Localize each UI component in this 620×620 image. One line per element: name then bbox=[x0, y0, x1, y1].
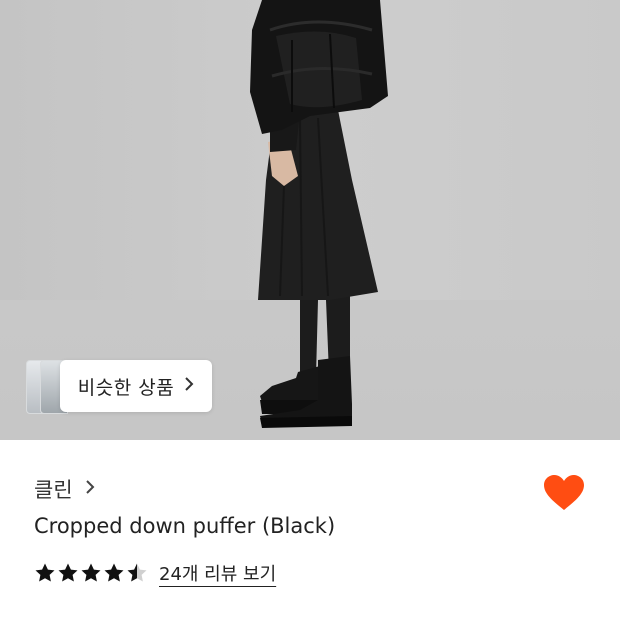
star-icon bbox=[58, 563, 78, 582]
star-rating bbox=[34, 562, 149, 584]
product-image[interactable]: 비슷한 상품 bbox=[0, 0, 620, 440]
similar-products-button[interactable]: 비슷한 상품 bbox=[26, 360, 212, 414]
similar-products-label: 비슷한 상품 bbox=[77, 376, 175, 399]
star-icon bbox=[35, 563, 55, 582]
brand-link[interactable]: 클린 bbox=[34, 474, 95, 504]
star-icon bbox=[104, 563, 124, 582]
product-name: Cropped down puffer (Black) bbox=[34, 514, 336, 538]
rating-row: 24개 리뷰 보기 bbox=[34, 560, 276, 586]
brand-name: 클린 bbox=[34, 478, 73, 502]
reviews-link[interactable]: 24개 리뷰 보기 bbox=[159, 560, 276, 586]
star-icon bbox=[81, 563, 101, 582]
star-icon bbox=[127, 563, 147, 582]
heart-icon bbox=[544, 475, 584, 510]
similar-products-card[interactable]: 비슷한 상품 bbox=[60, 360, 212, 412]
chevron-right-icon bbox=[184, 376, 194, 397]
chevron-right-icon bbox=[85, 479, 95, 500]
wishlist-button[interactable] bbox=[543, 474, 585, 512]
